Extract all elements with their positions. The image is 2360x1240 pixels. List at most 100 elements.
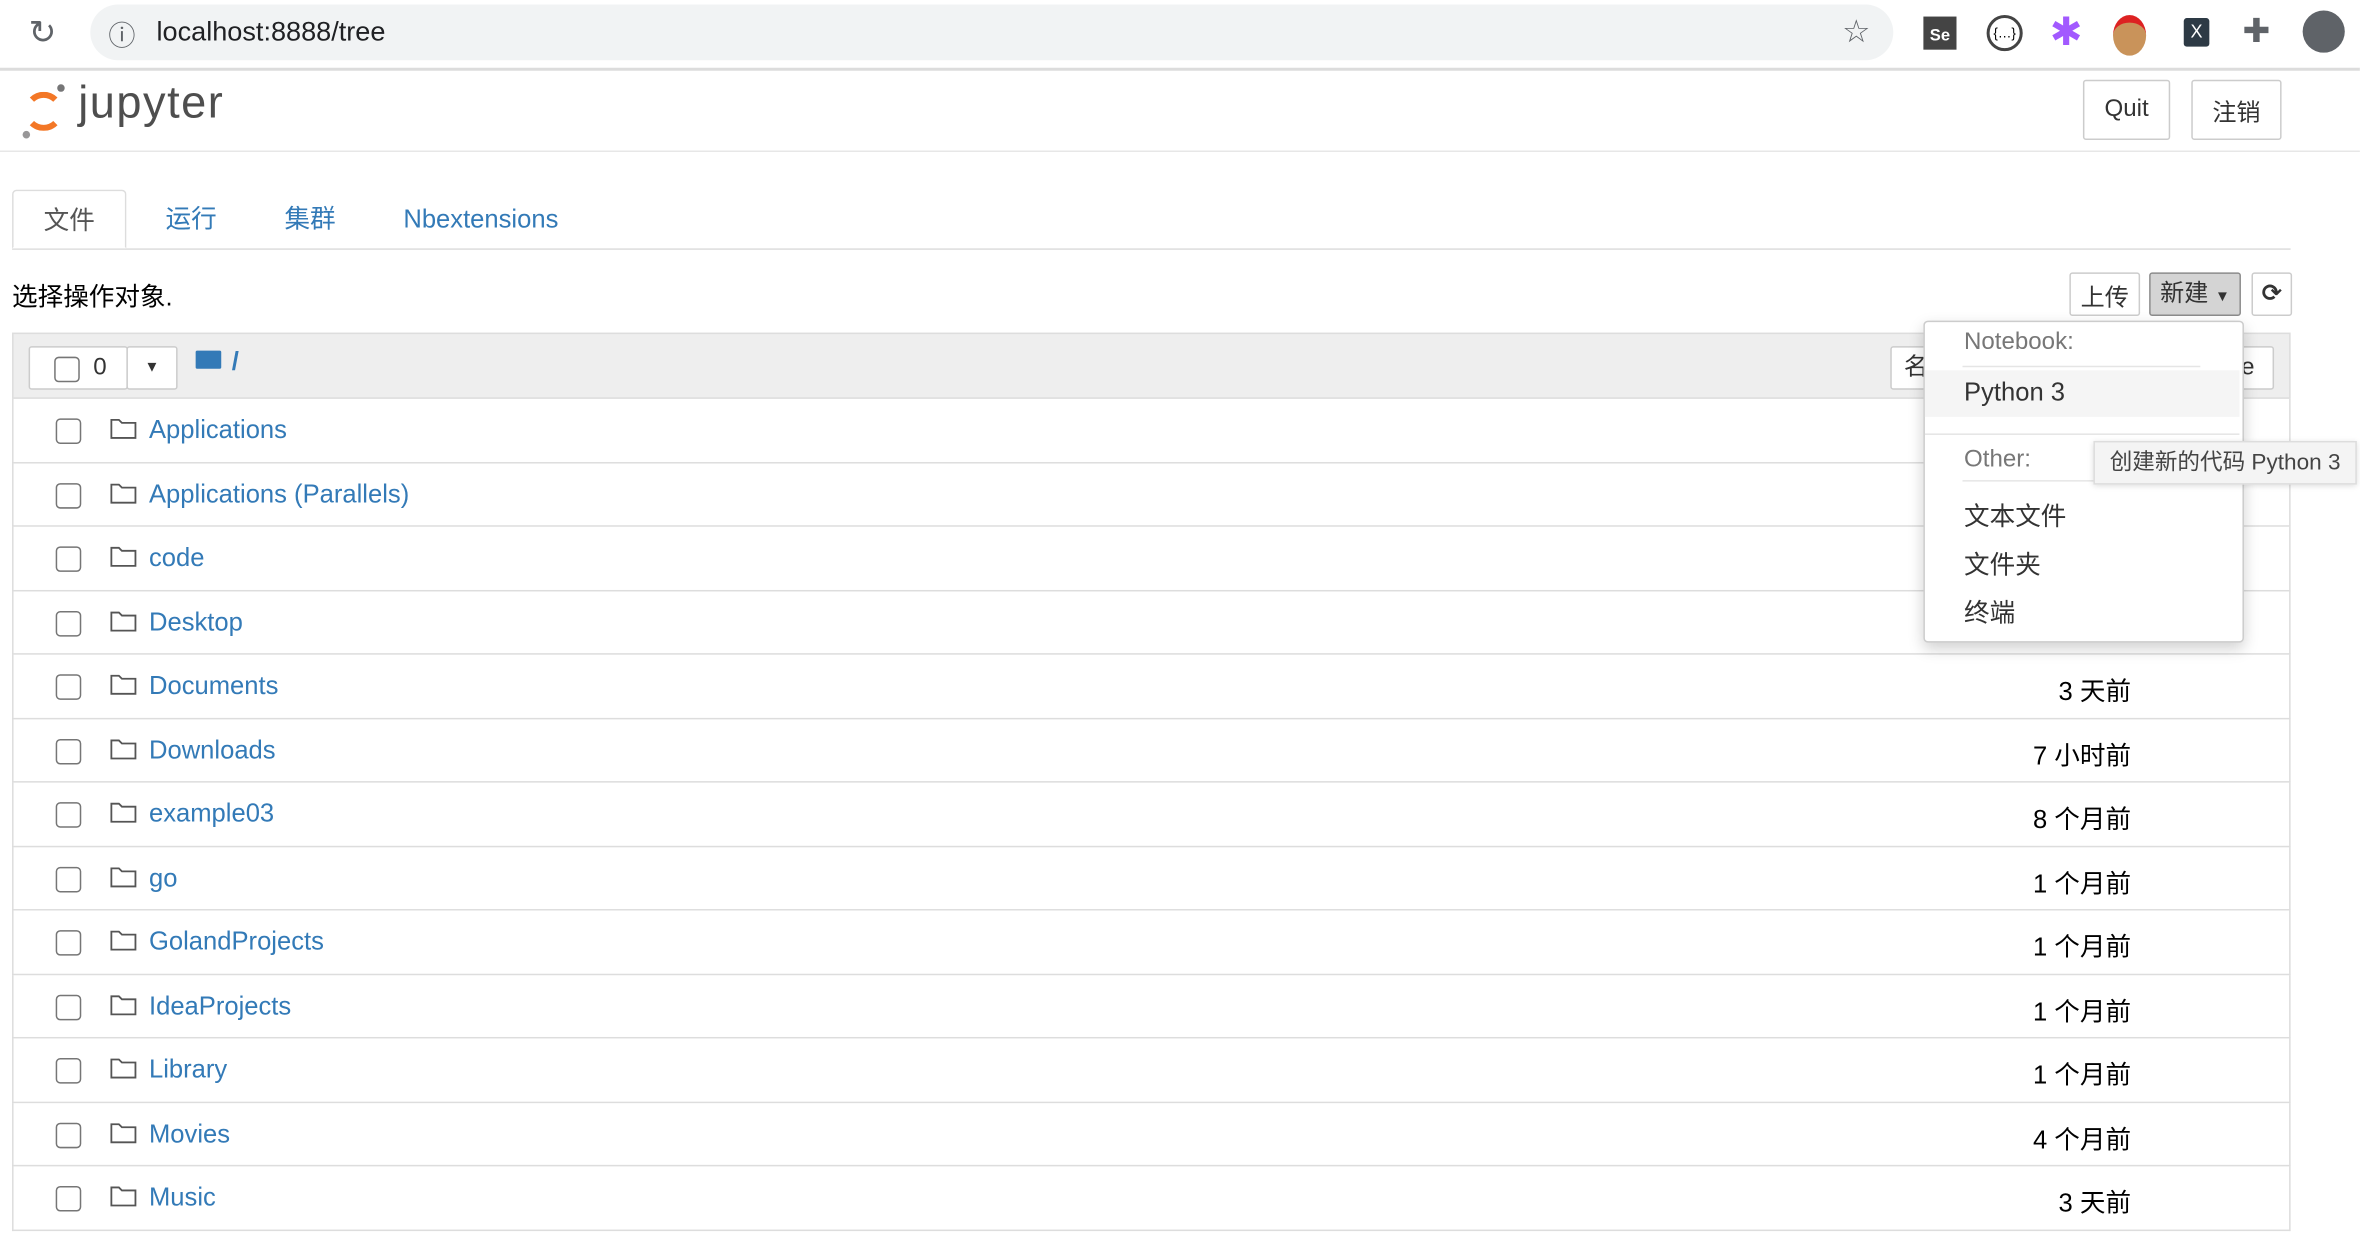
caret-down-icon: ▼ <box>2215 288 2230 306</box>
menu-item-folder[interactable]: 文件夹 <box>1964 543 2041 581</box>
file-row[interactable]: IdeaProjects 1 个月前 <box>12 974 2291 1039</box>
file-row[interactable]: Library 1 个月前 <box>12 1038 2291 1103</box>
file-name-link[interactable]: code <box>149 543 204 573</box>
tab-nbextensions[interactable]: Nbextensions <box>403 190 558 249</box>
file-name-link[interactable]: Library <box>149 1055 227 1085</box>
modified-time: 7 小时前 <box>2032 741 2132 770</box>
refresh-icon: ⟳ <box>2261 281 2282 308</box>
file-row[interactable]: Music 3 天前 <box>12 1166 2291 1231</box>
file-row[interactable]: Movies 4 个月前 <box>12 1102 2291 1167</box>
url-text[interactable]: localhost:8888/tree <box>157 17 386 49</box>
row-checkbox[interactable] <box>55 418 82 444</box>
row-checkbox[interactable] <box>55 738 82 764</box>
row-checkbox[interactable] <box>55 866 82 892</box>
new-dropdown-button[interactable]: 新建 ▼ <box>2149 272 2241 317</box>
modified-time: 1 个月前 <box>2032 869 2132 898</box>
tab-files[interactable]: 文件 <box>12 189 127 249</box>
file-name-link[interactable]: Applications <box>149 415 287 445</box>
profile-avatar[interactable] <box>2302 10 2345 53</box>
selenium-icon[interactable]: Se <box>1923 16 1957 50</box>
upload-button[interactable]: 上传 <box>2069 272 2141 317</box>
file-row[interactable]: GolandProjects 1 个月前 <box>12 910 2291 975</box>
row-checkbox[interactable] <box>55 1121 82 1148</box>
file-row[interactable]: go 1 个月前 <box>12 846 2291 911</box>
modified-time: 1 个月前 <box>2032 997 2132 1026</box>
folder-icon <box>110 866 137 887</box>
row-checkbox[interactable] <box>55 482 82 508</box>
modified-time: 3 天前 <box>2058 677 2132 706</box>
row-checkbox[interactable] <box>55 802 82 828</box>
browser-toolbar: ↻ ⓘ localhost:8888/tree ☆ Se {…} ✱ X ✚ <box>0 0 2360 71</box>
folder-icon <box>110 418 137 439</box>
modified-time: 1 个月前 <box>2032 1061 2132 1090</box>
modified-time: 4 个月前 <box>2032 1124 2132 1154</box>
file-name-link[interactable]: Downloads <box>149 735 276 765</box>
file-name-link[interactable]: Music <box>149 1183 216 1213</box>
logout-button[interactable]: 注销 <box>2191 79 2282 140</box>
tab-clusters[interactable]: 集群 <box>284 190 335 249</box>
folder-icon <box>110 994 137 1015</box>
menu-item-python3[interactable]: Python 3 <box>1924 370 2240 417</box>
file-name-link[interactable]: Desktop <box>149 607 243 637</box>
selection-hint: 选择操作对象. <box>12 282 173 312</box>
folder-icon <box>110 482 137 503</box>
x-extension-icon[interactable]: X <box>2183 18 2210 47</box>
reload-icon[interactable]: ↻ <box>29 14 57 53</box>
row-checkbox[interactable] <box>55 1185 82 1212</box>
select-all-group[interactable]: 0 <box>28 346 128 390</box>
file-row[interactable]: Documents 3 天前 <box>12 654 2291 719</box>
notebook-header: Notebook: <box>1964 329 2074 356</box>
file-row[interactable]: Downloads 7 小时前 <box>12 718 2291 783</box>
tab-running[interactable]: 运行 <box>166 190 217 249</box>
jupyter-logo[interactable] <box>21 83 66 139</box>
row-checkbox[interactable] <box>55 546 82 572</box>
refresh-button[interactable]: ⟳ <box>2251 272 2293 317</box>
address-bar[interactable]: ⓘ localhost:8888/tree ☆ <box>90 4 1894 61</box>
folder-icon <box>110 738 137 759</box>
row-checkbox[interactable] <box>55 930 82 956</box>
file-name-link[interactable]: Movies <box>149 1119 230 1149</box>
modified-time: 1 个月前 <box>2032 933 2132 962</box>
python3-label: Python 3 <box>1964 377 2066 407</box>
file-name-link[interactable]: IdeaProjects <box>149 991 291 1021</box>
menu-item-text-file[interactable]: 文本文件 <box>1964 495 2066 533</box>
menu-item-terminal[interactable]: 终端 <box>1964 591 2015 629</box>
folder-icon <box>110 1058 137 1079</box>
folder-icon <box>110 1122 137 1143</box>
folder-icon <box>110 610 137 631</box>
tab-bar: 文件 运行 集群 Nbextensions <box>12 189 2291 250</box>
logo-text: jupyter <box>78 78 225 128</box>
file-row[interactable]: example03 8 个月前 <box>12 782 2291 847</box>
star-icon[interactable]: ☆ <box>1842 14 1870 52</box>
file-name-link[interactable]: go <box>149 863 177 893</box>
selected-count: 0 <box>93 355 107 381</box>
caret-down-icon: ▼ <box>144 359 160 377</box>
folder-icon <box>110 546 137 567</box>
jupyter-header: jupyter Quit 注销 <box>0 71 2360 153</box>
modified-time: 3 天前 <box>2058 1188 2132 1218</box>
quit-button[interactable]: Quit <box>2082 79 2171 140</box>
modified-time: 8 个月前 <box>2032 805 2132 834</box>
json-viewer-icon[interactable]: {…} <box>1986 15 2023 52</box>
file-name-link[interactable]: GolandProjects <box>149 927 324 957</box>
folder-icon[interactable] <box>195 350 222 369</box>
folder-icon <box>110 674 137 695</box>
figma-icon[interactable]: ✱ <box>2050 9 2083 56</box>
row-checkbox[interactable] <box>55 994 82 1020</box>
folder-icon <box>110 802 137 823</box>
new-label: 新建 <box>2160 281 2209 308</box>
file-name-link[interactable]: example03 <box>149 799 274 829</box>
selection-menu-button[interactable]: ▼ <box>126 346 178 390</box>
row-checkbox[interactable] <box>55 1058 82 1084</box>
info-icon[interactable]: ⓘ <box>108 15 135 54</box>
row-checkbox[interactable] <box>55 674 82 700</box>
santa-icon[interactable] <box>2113 15 2147 56</box>
file-name-link[interactable]: Applications (Parallels) <box>149 479 409 509</box>
tooltip: 创建新的代码 Python 3 <box>2093 440 2357 485</box>
select-all-checkbox[interactable] <box>54 356 80 383</box>
other-header: Other: <box>1964 446 2031 473</box>
path-root[interactable]: / <box>232 348 239 378</box>
puzzle-icon[interactable]: ✚ <box>2242 12 2270 51</box>
row-checkbox[interactable] <box>55 610 82 636</box>
file-name-link[interactable]: Documents <box>149 671 278 701</box>
